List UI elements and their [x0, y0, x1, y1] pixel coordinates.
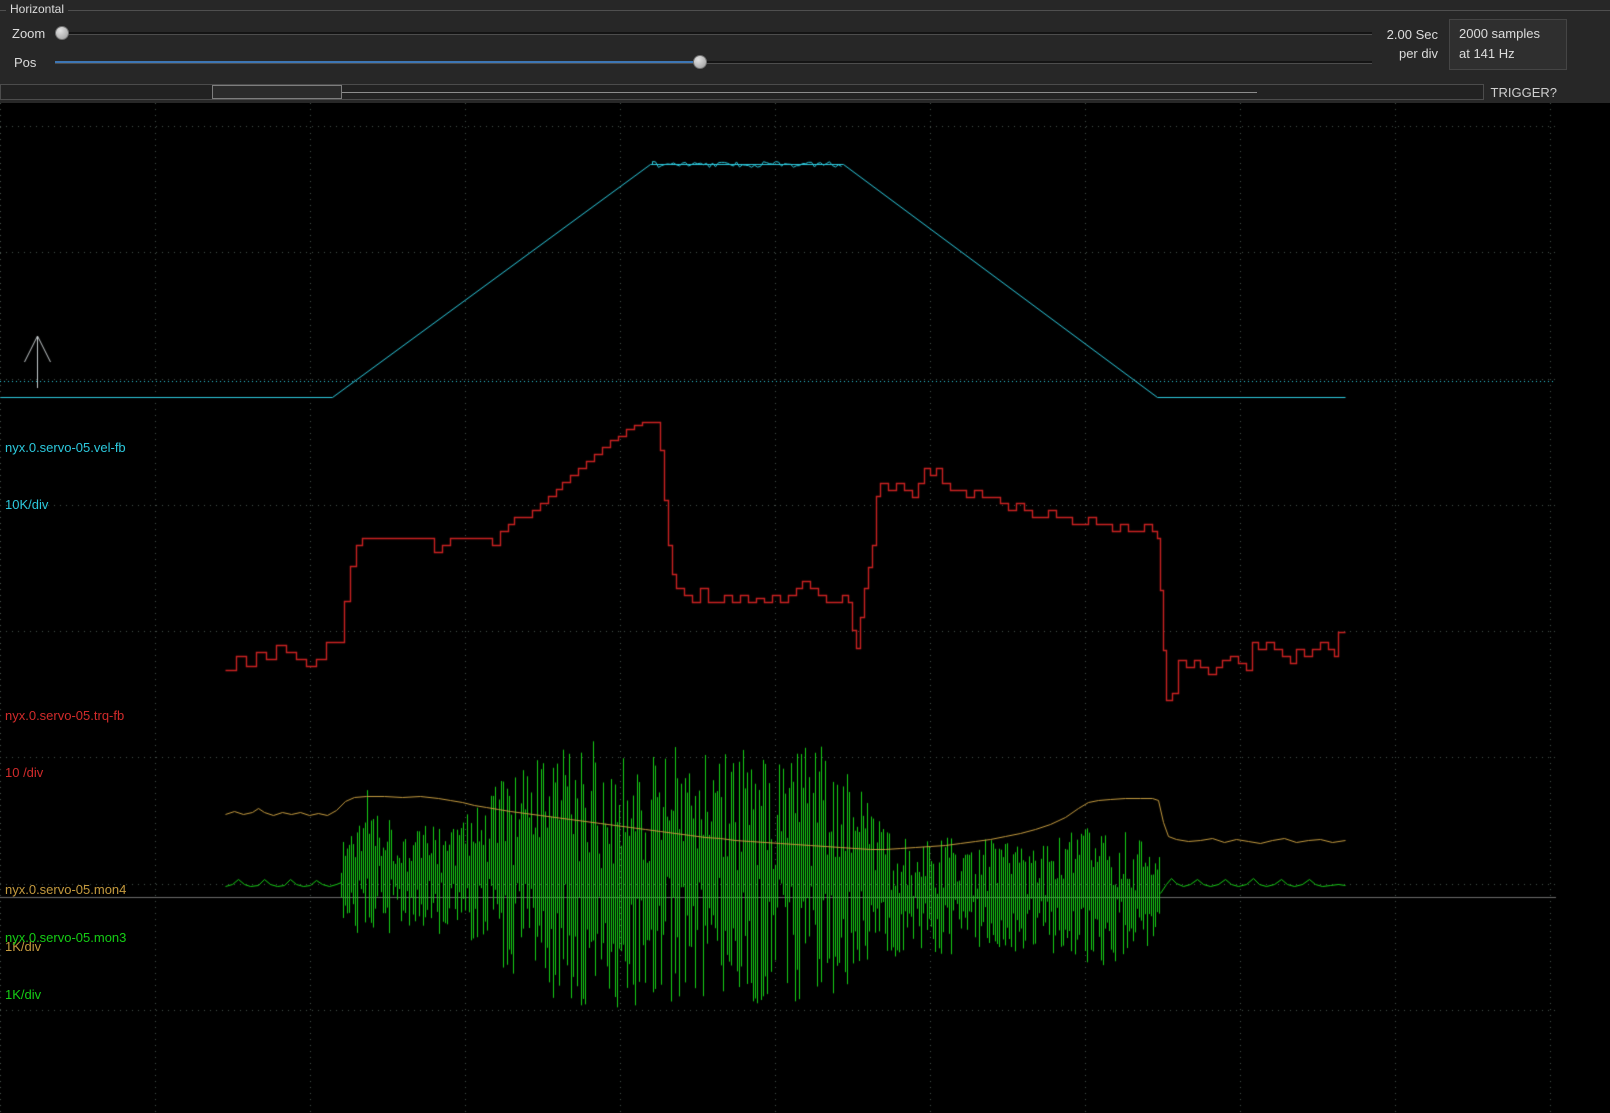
- channel-label-vel-fb: nyx.0.servo-05.vel-fb 10K/div: [5, 400, 126, 552]
- samples-rate: at 141 Hz: [1459, 46, 1515, 61]
- horizontal-frame-title: Horizontal: [6, 2, 69, 16]
- halscope-window: Horizontal Zoom Pos 2.00 Sec per div 200…: [0, 0, 1610, 1113]
- record-window-thumb[interactable]: [212, 85, 342, 99]
- time-per-div: 2.00 Sec per div: [1320, 25, 1438, 63]
- zoom-slider-track[interactable]: [55, 32, 1372, 34]
- channel-name: nyx.0.servo-05.mon3: [5, 930, 127, 945]
- zoom-label: Zoom: [12, 26, 46, 41]
- samples-count: 2000 samples: [1459, 26, 1540, 41]
- trigger-status[interactable]: TRIGGER?: [1447, 85, 1557, 100]
- pos-label: Pos: [14, 55, 37, 70]
- time-per-div-unit: per div: [1398, 46, 1438, 61]
- record-extent-line: [213, 92, 1257, 93]
- channel-scale: 10K/div: [5, 497, 49, 512]
- channel-label-mon3: nyx.0.servo-05.mon3 1K/div: [5, 890, 126, 1042]
- record-position-bar[interactable]: [0, 84, 1484, 100]
- samples-info-box: 2000 samples at 141 Hz: [1449, 19, 1567, 70]
- zoom-slider-thumb[interactable]: [54, 26, 69, 40]
- pos-slider-fill: [55, 61, 701, 63]
- zoom-slider[interactable]: [54, 26, 1372, 41]
- horizontal-frame-border: [0, 10, 1610, 11]
- channel-name: nyx.0.servo-05.vel-fb: [5, 440, 126, 455]
- channel-name: nyx.0.servo-05.trq-fb: [5, 708, 125, 723]
- channel-label-trq-fb: nyx.0.servo-05.trq-fb 10 /div: [5, 668, 124, 820]
- channel-scale: 1K/div: [5, 987, 42, 1002]
- time-per-div-value: 2.00 Sec: [1386, 27, 1438, 42]
- pos-slider-thumb[interactable]: [693, 55, 708, 69]
- pos-slider[interactable]: [55, 55, 1372, 70]
- record-row: TRIGGER?: [0, 84, 1610, 102]
- channel-scale: 10 /div: [5, 765, 44, 780]
- scope-display: [0, 103, 1610, 1113]
